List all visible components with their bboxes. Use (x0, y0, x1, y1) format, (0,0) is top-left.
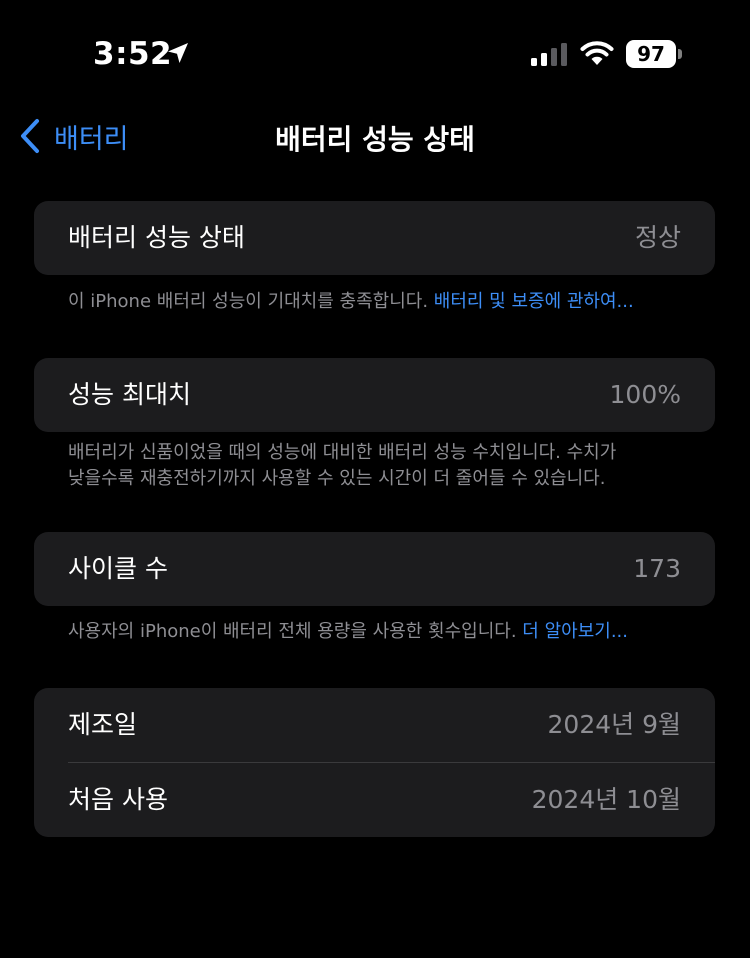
battery-warranty-link[interactable]: 배터리 및 보증에 관하여... (434, 291, 634, 312)
wifi-icon (580, 41, 614, 65)
battery-health-value: 정상 (634, 223, 681, 252)
battery-level: 97 (637, 42, 665, 66)
page-title: 배터리 성능 상태 (275, 123, 475, 156)
first-use-label: 처음 사용 (68, 785, 168, 814)
location-arrow-icon (168, 43, 188, 63)
manufacture-date-label: 제조일 (68, 710, 138, 739)
cycle-count-label: 사이클 수 (68, 554, 168, 583)
maximum-capacity-note-line1: 배터리가 신품이었을 때의 성능에 대비한 배터리 성능 수치입니다. 수치가 (68, 442, 617, 463)
battery-health-note-text: 이 iPhone 배터리 성능이 기대치를 충족합니다. (68, 291, 434, 312)
cycle-count-card: 사이클 수 173 (34, 532, 715, 606)
learn-more-link[interactable]: 더 알아보기... (522, 621, 628, 642)
cycle-count-value: 173 (633, 554, 681, 583)
cellular-signal-icon (531, 43, 567, 66)
maximum-capacity-label: 성능 최대치 (68, 380, 191, 409)
first-use-value: 2024년 10월 (531, 785, 681, 814)
manufacture-date-row: 제조일 2024년 9월 (34, 688, 715, 762)
battery-health-note: 이 iPhone 배터리 성능이 기대치를 충족합니다. 배터리 및 보증에 관… (68, 289, 698, 315)
maximum-capacity-note-line2: 낮을수록 재충전하기까지 사용할 수 있는 시간이 더 줄어들 수 있습니다. (68, 468, 606, 489)
navigation-bar: 배터리 배터리 성능 상태 (0, 110, 750, 160)
maximum-capacity-note: 배터리가 신품이었을 때의 성능에 대비한 배터리 성능 수치입니다. 수치가 … (68, 440, 698, 492)
maximum-capacity-row: 성능 최대치 100% (34, 358, 715, 432)
cycle-count-row: 사이클 수 173 (34, 532, 715, 606)
manufacture-date-value: 2024년 9월 (547, 710, 681, 739)
cycle-count-note-text: 사용자의 iPhone이 배터리 전체 용량을 사용한 횟수입니다. (68, 621, 523, 642)
maximum-capacity-card: 성능 최대치 100% (34, 358, 715, 432)
dates-card: 제조일 2024년 9월 처음 사용 2024년 10월 (34, 688, 715, 837)
first-use-row: 처음 사용 2024년 10월 (34, 762, 715, 837)
maximum-capacity-value: 100% (609, 380, 681, 409)
status-bar: 3:52 97 (0, 0, 750, 100)
battery-tip (678, 49, 682, 59)
status-time: 3:52 (93, 36, 173, 72)
battery-health-label: 배터리 성능 상태 (68, 223, 245, 252)
cycle-count-note: 사용자의 iPhone이 배터리 전체 용량을 사용한 횟수입니다. 더 알아보… (68, 619, 698, 645)
battery-health-card: 배터리 성능 상태 정상 (34, 201, 715, 275)
battery-health-row: 배터리 성능 상태 정상 (34, 201, 715, 275)
battery-icon: 97 (626, 40, 676, 68)
